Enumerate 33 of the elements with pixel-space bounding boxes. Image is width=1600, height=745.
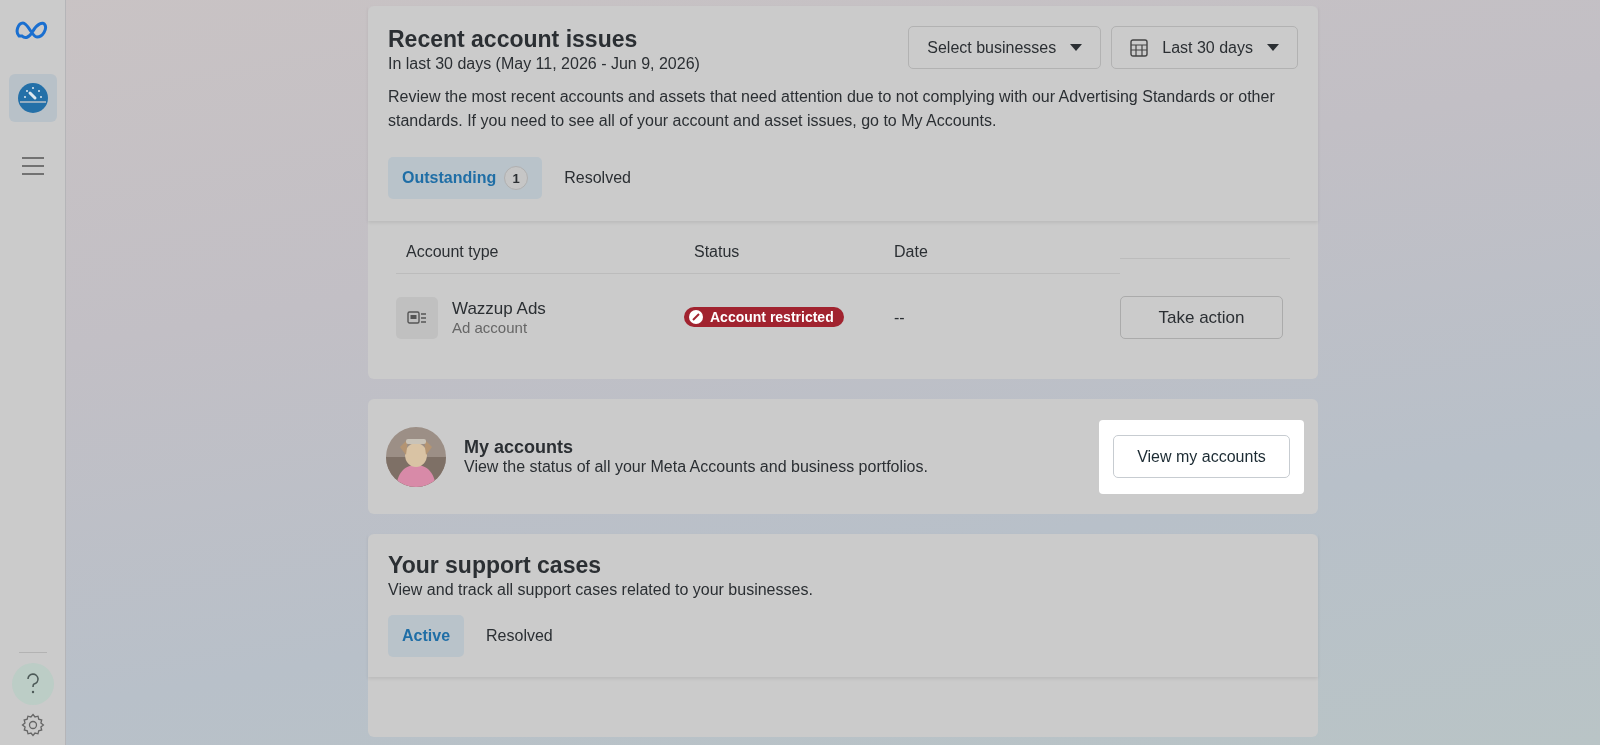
status-badge: Account restricted [684, 306, 844, 327]
card-title: Recent account issues [388, 26, 639, 53]
take-action-button[interactable]: Take action [1120, 296, 1283, 339]
caret-icon [1267, 43, 1279, 52]
restricted-icon [688, 308, 704, 325]
business-dropdown[interactable]: Select businesses [908, 26, 1102, 69]
column-header: Status [684, 243, 884, 274]
settings-icon[interactable] [20, 713, 45, 737]
card-title: Your support cases [388, 552, 603, 579]
date-cell-text: -- [893, 307, 906, 327]
tab[interactable]: Resolved [550, 157, 645, 199]
section-title: My accounts [464, 437, 575, 458]
date-dropdown[interactable]: Last 30 days [1111, 26, 1298, 69]
caret-icon [1070, 43, 1083, 52]
tab[interactable]: Resolved [472, 615, 567, 657]
count-badge: 1 [504, 166, 529, 190]
help-button[interactable] [11, 663, 54, 705]
description-text: View and track all support cases related to your businesses. [388, 581, 814, 599]
view-accounts-button[interactable]: View my accounts [1113, 435, 1290, 478]
ad-account-icon [396, 296, 438, 339]
menu-icon [20, 156, 45, 176]
calendar-icon [1130, 38, 1149, 57]
account-type: Ad account [452, 319, 529, 336]
sidebar-item[interactable] [8, 74, 57, 122]
column-header: Account type [396, 243, 684, 274]
column-header: Date [884, 243, 1120, 274]
account-name: Wazzup Ads [452, 299, 546, 319]
description-text: Review the most recent accounts and assets that need attention due to not complying with our Advertising Standards or other standards. If you need to see all of your account and asset issues, go to My Accounts. [388, 87, 1276, 131]
section-description: View the status of all your Meta Accounts and business portfolios. [464, 458, 929, 476]
gauge-icon [16, 82, 49, 114]
date-range-text: In last 30 days (May 11, 2026 - Jun 9, 2026) [388, 55, 700, 73]
tab[interactable]: Outstanding 1 [388, 157, 543, 199]
help-icon [25, 673, 40, 695]
